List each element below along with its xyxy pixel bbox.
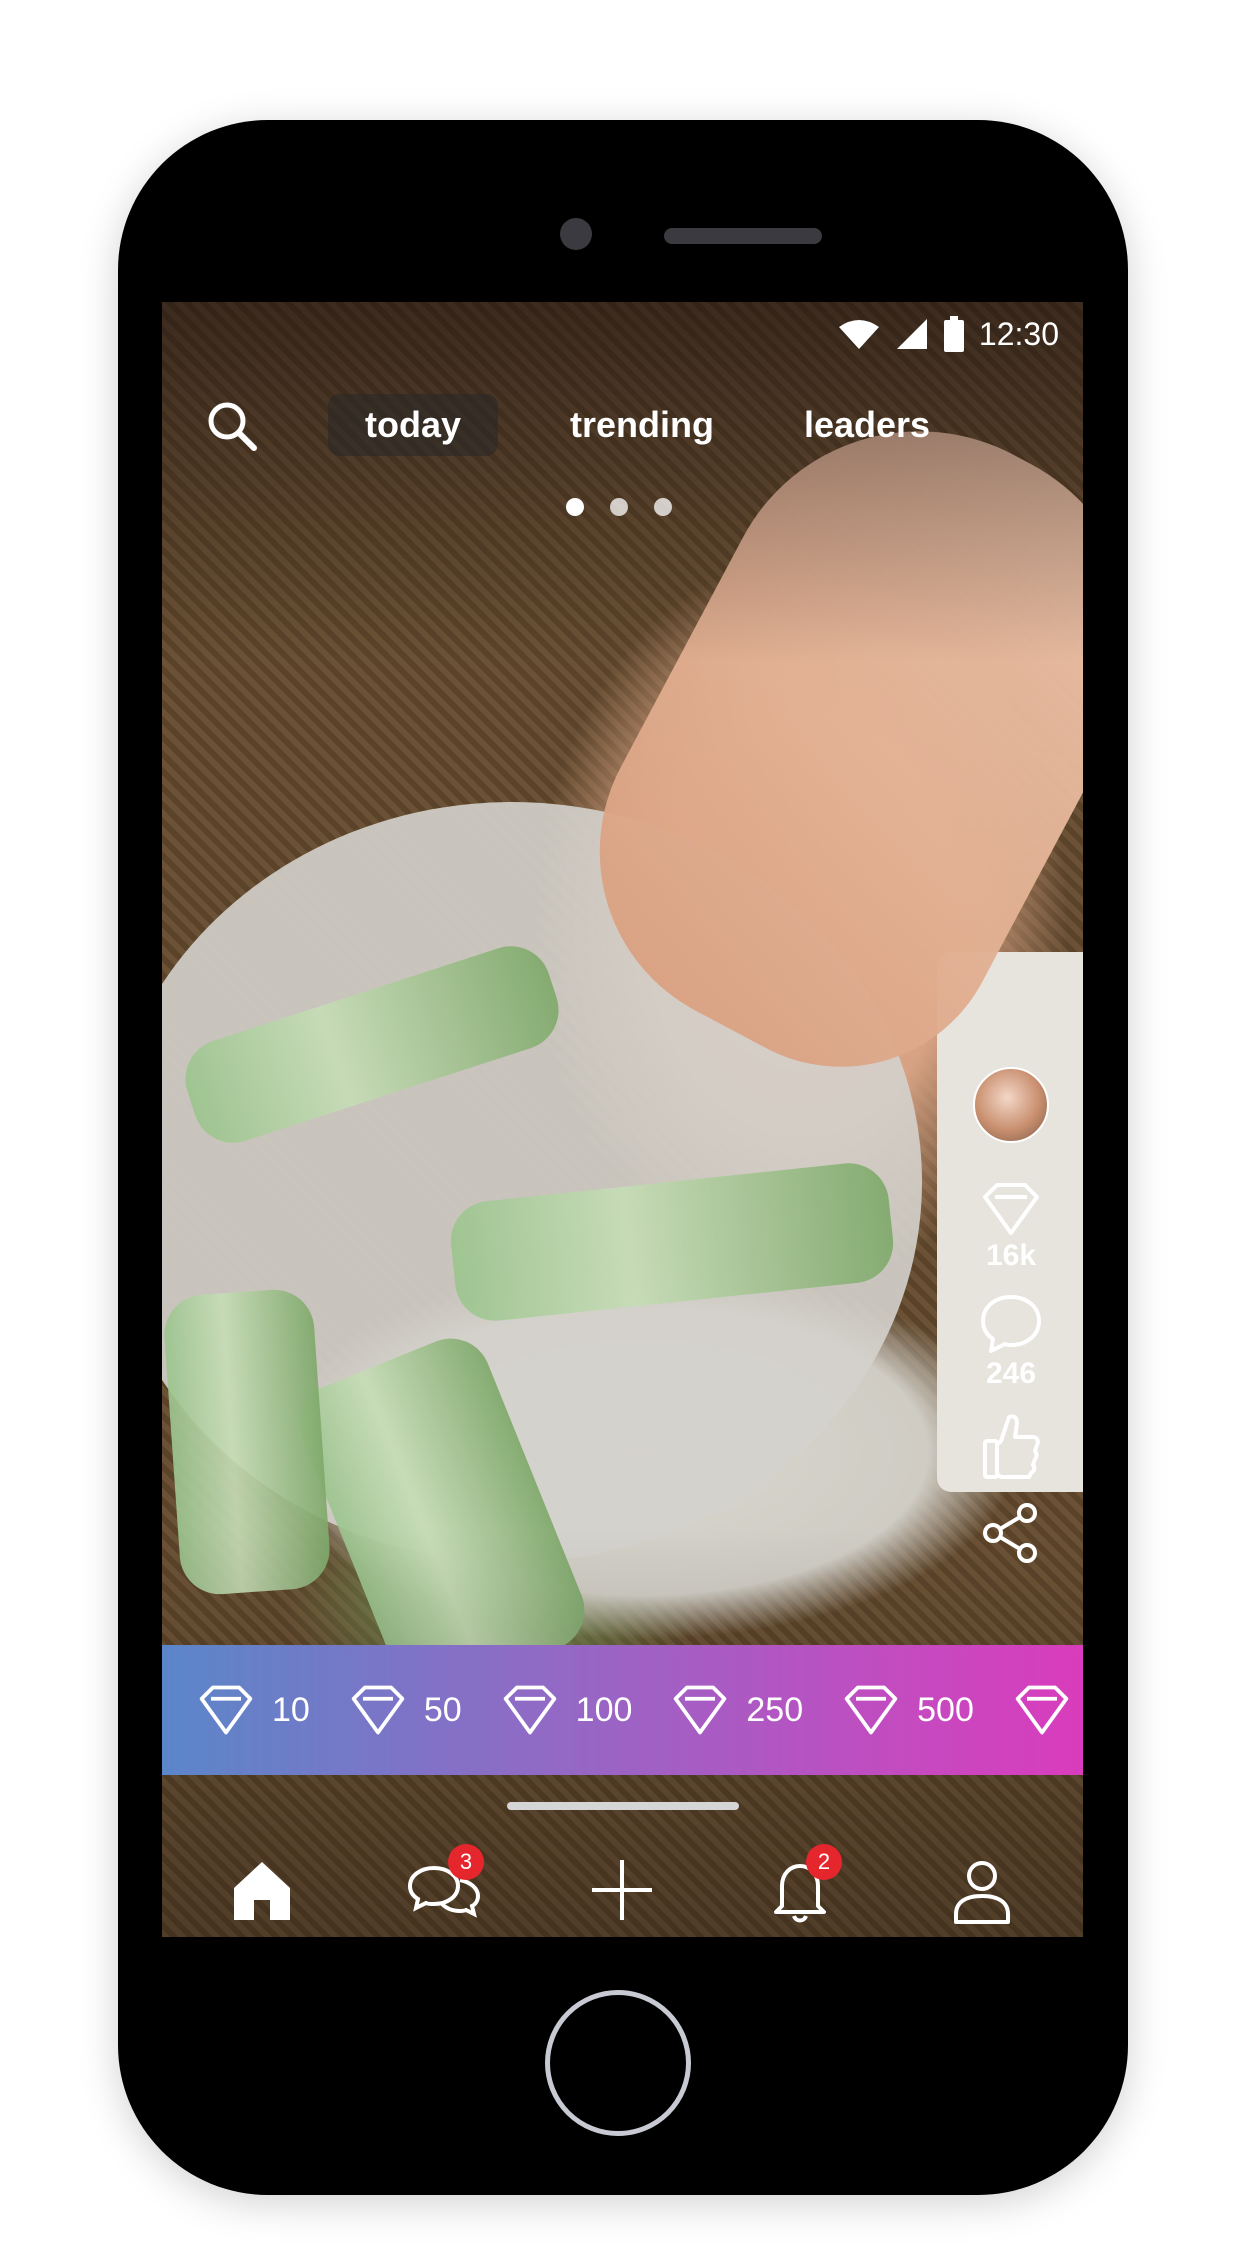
page-dot: [610, 498, 628, 516]
comment-count: 246: [985, 1357, 1037, 1390]
thumbs-up-icon: [983, 1414, 1040, 1479]
notifications-button[interactable]: 2: [762, 1844, 842, 1930]
tab-today[interactable]: today: [328, 394, 498, 456]
chat-badge: 3: [448, 1844, 484, 1880]
tab-leaders[interactable]: leaders: [782, 394, 952, 456]
diamond-action[interactable]: 16k: [965, 1181, 1057, 1273]
home-icon[interactable]: [222, 1850, 302, 1930]
gift-value: 50: [423, 1690, 462, 1729]
gift-10[interactable]: 10: [196, 1682, 310, 1738]
plus-icon[interactable]: [582, 1850, 662, 1930]
diamond-icon: [199, 1685, 253, 1735]
diamond-icon: [674, 1685, 727, 1735]
search-icon[interactable]: [204, 398, 260, 454]
diamond-count: 16k: [985, 1239, 1037, 1272]
avatar[interactable]: [973, 1067, 1049, 1143]
diamond-icon: [351, 1685, 405, 1735]
wifi-icon: [838, 320, 879, 349]
profile-icon[interactable]: [942, 1850, 1022, 1930]
status-bar: 12:30: [837, 312, 1059, 356]
signal-icon: [896, 319, 927, 349]
diamond-icon: [1015, 1685, 1069, 1735]
comment-icon: [981, 1295, 1041, 1353]
like-action[interactable]: [965, 1411, 1057, 1481]
share-action[interactable]: [965, 1501, 1057, 1565]
share-icon: [983, 1503, 1037, 1563]
app-screen: 12:30 today trending leaders 16k 246 10 …: [162, 302, 1083, 1937]
side-actions: 16k 246: [965, 1067, 1057, 1585]
battery-icon: [943, 316, 964, 352]
comment-action[interactable]: 246: [965, 1293, 1057, 1391]
home-hardware-button[interactable]: [545, 1990, 691, 2136]
gift-value: 250: [746, 1690, 804, 1729]
front-camera: [560, 218, 592, 250]
chat-button[interactable]: 3: [404, 1844, 484, 1930]
bottom-nav: 3 2: [162, 1842, 1083, 1937]
gift-250[interactable]: 250: [670, 1682, 803, 1738]
diamond-icon: [503, 1685, 556, 1735]
page-indicator: [566, 498, 672, 516]
diamond-icon: [844, 1685, 898, 1735]
status-time: 12:30: [978, 315, 1059, 352]
gift-bar: 10 50 100 250 500: [162, 1645, 1083, 1775]
page-dot: [654, 498, 672, 516]
notifications-badge: 2: [806, 1844, 842, 1880]
home-indicator: [507, 1802, 739, 1810]
gift-value: 10: [272, 1690, 310, 1729]
gift-value: 500: [917, 1690, 974, 1729]
gift-more[interactable]: [1012, 1682, 1083, 1738]
gift-50[interactable]: 50: [348, 1682, 462, 1738]
top-nav: today trending leaders: [162, 384, 1083, 464]
earpiece-speaker: [664, 228, 822, 244]
page-dot: [566, 498, 584, 516]
diamond-icon: [983, 1183, 1039, 1235]
gift-value: 100: [575, 1690, 633, 1729]
gift-500[interactable]: 500: [841, 1682, 974, 1738]
gift-100[interactable]: 100: [500, 1682, 633, 1738]
tab-trending[interactable]: trending: [557, 394, 727, 456]
